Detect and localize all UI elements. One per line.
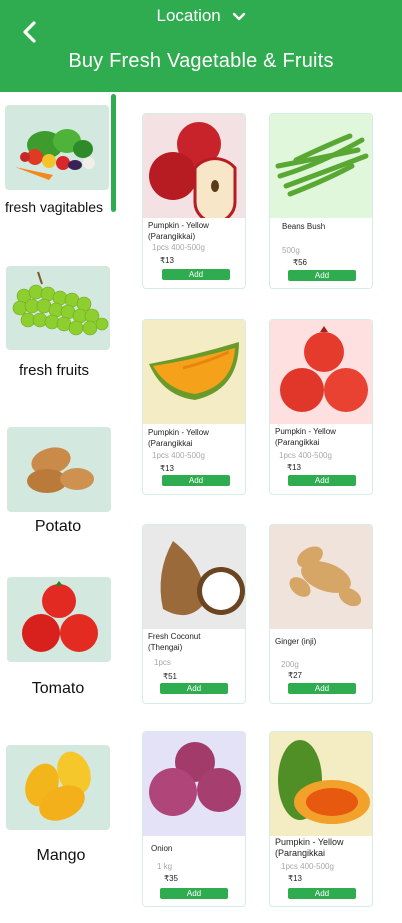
product-price: ₹27 (288, 671, 302, 680)
product-quantity: 200g (281, 660, 299, 669)
category-potato[interactable]: Potato (0, 425, 112, 543)
ginger-image (270, 525, 372, 629)
app-header: Location Buy Fresh Vagetable & Fruits (0, 0, 402, 92)
add-button[interactable]: Add (160, 683, 228, 694)
add-button[interactable]: Add (160, 888, 228, 899)
page-title: Buy Fresh Vagetable & Fruits (68, 50, 334, 72)
product-name: Fresh Coconut (Thengai) (148, 632, 201, 652)
grapes-image (6, 266, 110, 350)
potato-image (7, 427, 111, 512)
add-button[interactable]: Add (288, 888, 356, 899)
product-name: Pumpkin - Yellow (Parangikkai) (148, 221, 209, 241)
product-card[interactable]: Onion 1 kg ₹35 Add (142, 731, 246, 907)
product-quantity: 500g (282, 246, 300, 255)
product-price: ₹51 (163, 672, 177, 681)
product-quantity: 1 kg (157, 862, 173, 871)
product-name: Beans Bush (282, 222, 326, 231)
beans-image (270, 114, 372, 218)
category-label: Potato (34, 518, 82, 535)
add-button[interactable]: Add (162, 475, 230, 486)
product-card[interactable]: Pumpkin - Yellow (Parangikkai 1pcs 400-5… (269, 731, 373, 907)
product-quantity: 1pcs 400-500g (281, 862, 334, 871)
vegetables-image (5, 105, 109, 190)
product-card[interactable]: Fresh Coconut (Thengai) 1pcs ₹51 Add (142, 524, 246, 704)
product-price: ₹13 (160, 256, 174, 265)
product-name: Pumpkin - Yellow (Parangikkai (275, 427, 336, 447)
product-price: ₹35 (164, 874, 178, 883)
category-fresh-fruits[interactable]: fresh fruits (0, 262, 112, 382)
product-name: Onion (151, 844, 173, 853)
tomato-image (7, 577, 111, 662)
product-price: ₹13 (160, 464, 174, 473)
coconut-image (143, 525, 245, 629)
product-card[interactable]: Pumpkin - Yellow (Parangikkai 1pcs 400-5… (142, 319, 246, 495)
product-quantity: 1pcs 400-500g (152, 243, 205, 252)
apple-image (143, 114, 245, 224)
product-card[interactable]: Pumpkin - Yellow (Parangikkai) 1pcs 400-… (142, 113, 246, 289)
papaya-image (270, 732, 372, 836)
location-label: Location (156, 6, 221, 25)
product-quantity: 1pcs (154, 658, 171, 667)
category-fresh-vegetables[interactable]: fresh vagitables (0, 100, 112, 220)
product-price: ₹13 (288, 874, 302, 883)
mango-image (6, 745, 110, 830)
product-price: ₹56 (293, 258, 307, 267)
add-button[interactable]: Add (162, 269, 230, 280)
product-price: ₹13 (287, 463, 301, 472)
product-card[interactable]: Ginger (inji) 200g ₹27 Add (269, 524, 373, 704)
pomegranate-image (270, 320, 372, 424)
category-label: fresh vagitables (4, 199, 104, 215)
chevron-down-icon (232, 7, 246, 27)
category-tomato[interactable]: Tomato (0, 575, 112, 701)
product-name: Pumpkin - Yellow (Parangikkai (275, 837, 344, 858)
product-card[interactable]: Beans Bush 500g ₹56 Add (269, 113, 373, 289)
category-label: Mango (36, 847, 86, 864)
category-label: fresh fruits (18, 362, 90, 379)
location-selector[interactable]: Location (0, 6, 402, 27)
category-mango[interactable]: Mango (0, 742, 112, 866)
product-quantity: 1pcs 400-500g (279, 451, 332, 460)
onion-image (143, 732, 245, 836)
category-label: Tomato (31, 680, 85, 697)
pumpkin-image (143, 320, 245, 424)
product-quantity: 1pcs 400-500g (152, 451, 205, 460)
add-button[interactable]: Add (288, 683, 356, 694)
add-button[interactable]: Add (288, 475, 356, 486)
product-name: Pumpkin - Yellow (Parangikkai (148, 428, 209, 448)
product-name: Ginger (inji) (275, 637, 317, 646)
product-card[interactable]: Pumpkin - Yellow (Parangikkai 1pcs 400-5… (269, 319, 373, 495)
add-button[interactable]: Add (288, 270, 356, 281)
